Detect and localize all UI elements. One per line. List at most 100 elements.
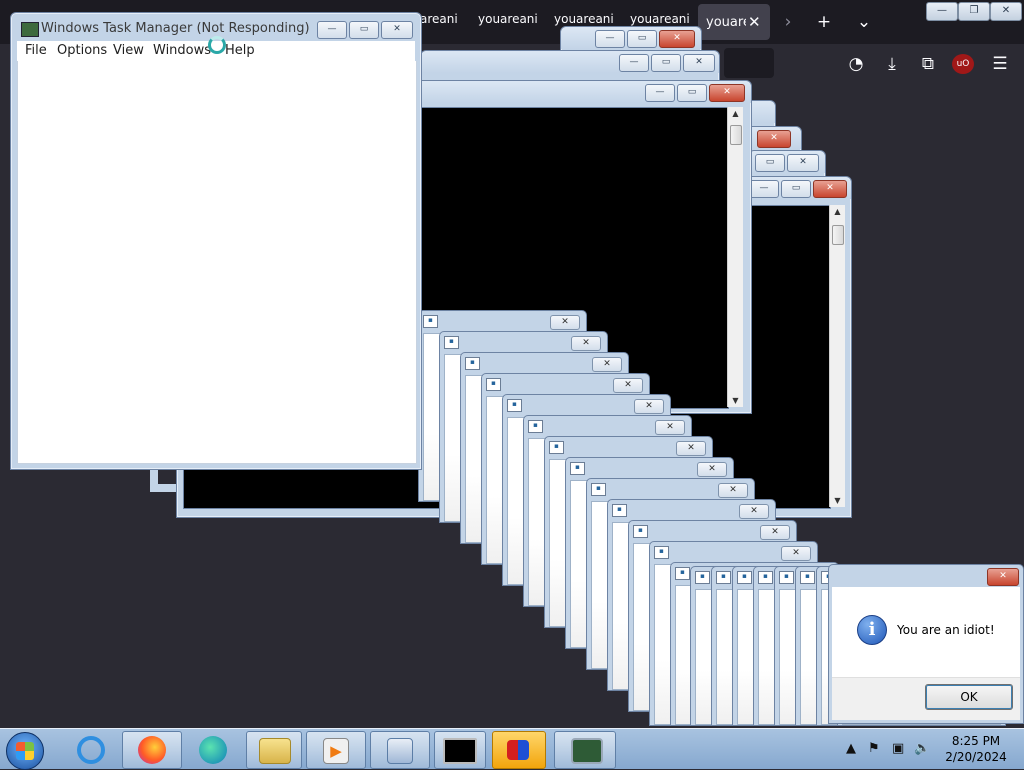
- taskbar-file-explorer[interactable]: [246, 731, 302, 769]
- paint-3d-icon: [507, 740, 529, 760]
- scroll-up-arrow-icon[interactable]: ▲: [728, 109, 743, 118]
- taskbar-installer[interactable]: [370, 731, 430, 769]
- popup-app-icon: ▪: [633, 525, 648, 538]
- start-button[interactable]: [6, 732, 44, 770]
- taskbar-command-prompt[interactable]: [434, 731, 486, 769]
- menu-help[interactable]: Help: [225, 43, 255, 58]
- popup-app-icon: ▪: [758, 571, 773, 584]
- close-button[interactable]: ✕: [655, 420, 685, 435]
- taskbar: ▶ ▲ ⚑ ▣ 🔈 8:25 PM 2/20/2024: [0, 728, 1024, 770]
- close-button[interactable]: ✕: [659, 30, 695, 48]
- minimize-button[interactable]: —: [595, 30, 625, 48]
- volume-muted-icon[interactable]: 🔈: [914, 741, 930, 756]
- popup-app-icon: ▪: [570, 462, 585, 475]
- close-button[interactable]: ✕: [781, 546, 811, 561]
- taskbar-media-player[interactable]: ▶: [306, 731, 366, 769]
- popup-app-icon: ▪: [737, 571, 752, 584]
- stacked-window[interactable]: — ▭ ✕: [420, 50, 720, 82]
- scroll-up-arrow-icon[interactable]: ▲: [830, 207, 845, 216]
- show-hidden-icons-icon[interactable]: ▲: [846, 741, 856, 756]
- task-manager-title: Windows Task Manager (Not Responding): [41, 21, 310, 36]
- scroll-tabs-right-icon[interactable]: ›: [776, 12, 800, 32]
- close-button[interactable]: ✕: [739, 504, 769, 519]
- close-button[interactable]: ✕: [760, 525, 790, 540]
- menu-view[interactable]: View: [113, 43, 144, 58]
- url-bar[interactable]: [724, 48, 774, 78]
- maximize-button[interactable]: ▭: [677, 84, 707, 102]
- maximize-button[interactable]: ▭: [349, 21, 379, 39]
- minimize-button[interactable]: —: [645, 84, 675, 102]
- app-menu-icon[interactable]: ☰: [988, 54, 1012, 74]
- new-tab-icon[interactable]: +: [812, 12, 836, 32]
- firefox-close-button[interactable]: ✕: [990, 2, 1022, 21]
- maximize-button[interactable]: ▭: [781, 180, 811, 198]
- close-button[interactable]: ✕: [987, 568, 1019, 586]
- action-center-flag-icon[interactable]: ⚑: [868, 741, 880, 756]
- network-icon[interactable]: ▣: [892, 741, 904, 756]
- scroll-thumb[interactable]: [832, 225, 844, 245]
- firefox-restore-button[interactable]: ❐: [958, 2, 990, 21]
- close-button[interactable]: ✕: [787, 154, 819, 172]
- maximize-button[interactable]: ▭: [651, 54, 681, 72]
- close-button[interactable]: ✕: [757, 130, 791, 148]
- close-button[interactable]: ✕: [718, 483, 748, 498]
- vertical-scrollbar[interactable]: ▲ ▼: [829, 205, 845, 507]
- firefox-icon: [138, 736, 166, 764]
- popup-app-icon: ▪: [612, 504, 627, 517]
- minimize-button[interactable]: —: [317, 21, 347, 39]
- taskbar-paint-3d[interactable]: [492, 731, 546, 769]
- minimize-button[interactable]: —: [749, 180, 779, 198]
- clock-date: 2/20/2024: [945, 750, 1007, 764]
- firefox-minimize-button[interactable]: —: [926, 2, 958, 21]
- edge-icon: [199, 736, 227, 764]
- close-button[interactable]: ✕: [683, 54, 715, 72]
- pocket-icon[interactable]: ◔: [844, 54, 868, 74]
- task-manager-window[interactable]: Windows Task Manager (Not Responding) — …: [10, 12, 422, 470]
- list-all-tabs-icon[interactable]: ⌄: [852, 12, 876, 32]
- menu-file[interactable]: File: [25, 43, 47, 58]
- menu-windows[interactable]: Windows: [153, 43, 211, 58]
- taskbar-internet-explorer[interactable]: [64, 731, 118, 769]
- taskbar-task-manager[interactable]: [554, 731, 616, 769]
- close-button[interactable]: ✕: [613, 378, 643, 393]
- popup-app-icon: ▪: [695, 571, 710, 584]
- scroll-down-arrow-icon[interactable]: ▼: [830, 496, 845, 505]
- popup-app-icon: ▪: [800, 571, 815, 584]
- close-button[interactable]: ✕: [550, 315, 580, 330]
- busy-cursor-icon: [208, 36, 226, 54]
- clock[interactable]: 8:25 PM 2/20/2024: [932, 733, 1020, 765]
- media-player-icon: ▶: [323, 738, 349, 764]
- close-button[interactable]: ✕: [592, 357, 622, 372]
- minimize-button[interactable]: —: [619, 54, 649, 72]
- tab-active[interactable]: youarea ✕: [698, 4, 770, 40]
- close-button[interactable]: ✕: [634, 399, 664, 414]
- maximize-button[interactable]: ▭: [627, 30, 657, 48]
- ok-button[interactable]: OK: [925, 684, 1013, 710]
- close-button[interactable]: ✕: [676, 441, 706, 456]
- tab-youareanidiot-1[interactable]: areani: [420, 12, 458, 34]
- tab-youareanidiot-2[interactable]: youareani: [478, 12, 538, 34]
- popup-app-icon: ▪: [779, 571, 794, 584]
- internet-explorer-icon: [77, 736, 105, 764]
- close-button[interactable]: ✕: [381, 21, 413, 39]
- clock-time: 8:25 PM: [951, 734, 1001, 748]
- ublock-icon[interactable]: uO: [952, 54, 974, 74]
- close-button[interactable]: ✕: [571, 336, 601, 351]
- close-button[interactable]: ✕: [697, 462, 727, 477]
- installer-icon: [387, 738, 413, 764]
- scroll-thumb[interactable]: [730, 125, 742, 145]
- popup-app-icon: ▪: [444, 336, 459, 349]
- downloads-icon[interactable]: ⤓: [880, 54, 904, 74]
- close-button[interactable]: ✕: [813, 180, 847, 198]
- message-box[interactable]: ✕ i You are an idiot! OK: [828, 564, 1024, 724]
- menu-options[interactable]: Options: [57, 43, 107, 58]
- taskbar-firefox[interactable]: [122, 731, 182, 769]
- close-tab-icon[interactable]: ✕: [748, 13, 761, 31]
- vertical-scrollbar[interactable]: ▲ ▼: [727, 107, 743, 407]
- message-text: You are an idiot!: [897, 623, 995, 637]
- taskbar-edge[interactable]: [186, 731, 242, 769]
- maximize-button[interactable]: ▭: [755, 154, 785, 172]
- close-button[interactable]: ✕: [709, 84, 745, 102]
- extensions-icon[interactable]: ⧉: [916, 54, 940, 74]
- scroll-down-arrow-icon[interactable]: ▼: [728, 396, 743, 405]
